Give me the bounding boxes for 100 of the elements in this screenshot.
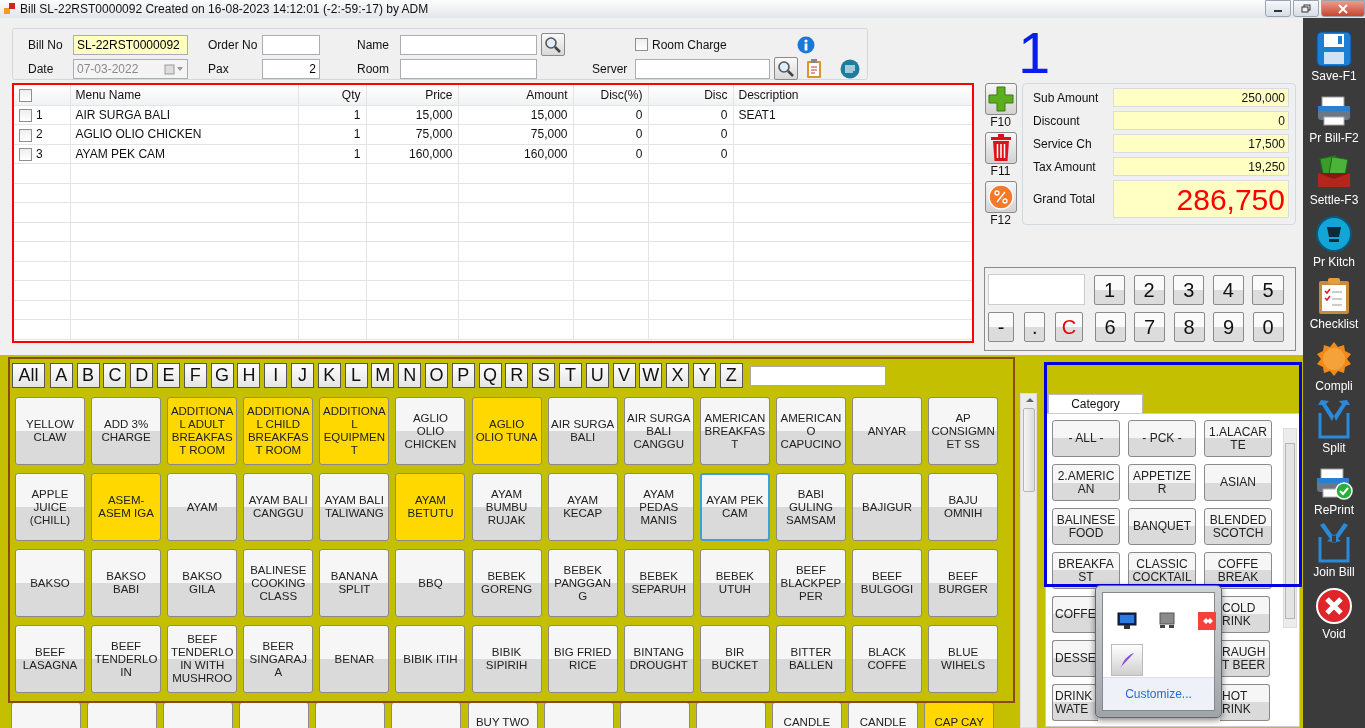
category-button[interactable]: 2.AMERICAN bbox=[1052, 464, 1120, 501]
toolbar-button[interactable]: Join Bill bbox=[1313, 521, 1355, 583]
name-field[interactable] bbox=[400, 34, 537, 55]
category-tab[interactable]: Category bbox=[1048, 394, 1143, 413]
menu-item-button[interactable]: BEER SINGARAJA bbox=[243, 625, 314, 693]
menu-item-button[interactable]: BIBIK SIPIRIH bbox=[471, 625, 542, 693]
toolbar-button[interactable] bbox=[984, 181, 1017, 213]
search-field[interactable] bbox=[749, 365, 886, 386]
keypad-key[interactable]: 1 bbox=[1094, 274, 1126, 305]
menu-item-button[interactable]: AYAM BETUTU bbox=[395, 473, 466, 541]
category-button[interactable]: - PCK - bbox=[1128, 420, 1196, 457]
menu-item-button[interactable]: BEBEK SEPARUH bbox=[623, 549, 694, 617]
menu-item-button[interactable]: BENAR bbox=[319, 625, 390, 693]
keypad-key[interactable]: 6 bbox=[1094, 312, 1126, 342]
letter-key[interactable]: S bbox=[532, 363, 556, 388]
clipboard-icon[interactable] bbox=[806, 58, 822, 79]
letter-key[interactable]: B bbox=[76, 363, 100, 388]
letter-key[interactable]: E bbox=[157, 363, 180, 388]
category-button[interactable]: DRINK WATE bbox=[1052, 684, 1098, 721]
toolbar-button[interactable]: Pr Kitch bbox=[1313, 211, 1355, 273]
toolbar-button[interactable]: Compli bbox=[1315, 335, 1353, 397]
scrollbar[interactable] bbox=[1020, 393, 1037, 728]
category-button[interactable]: ASIAN bbox=[1204, 464, 1272, 501]
server-field[interactable] bbox=[635, 58, 770, 79]
keypad-key[interactable]: 5 bbox=[1252, 274, 1284, 305]
letter-key[interactable]: Z bbox=[719, 363, 743, 388]
letter-key[interactable]: O bbox=[424, 363, 448, 388]
letter-key[interactable]: W bbox=[639, 363, 663, 388]
pax-field[interactable]: 2 bbox=[262, 58, 320, 79]
menu-item-button[interactable]: ANYAR bbox=[852, 397, 923, 465]
menu-item-button[interactable]: BAKSO BABI bbox=[91, 549, 162, 617]
toolbar-button[interactable]: Save-F1 bbox=[1311, 25, 1357, 87]
room-field[interactable] bbox=[400, 58, 537, 79]
menu-item-button[interactable]: BAKSO bbox=[15, 549, 85, 617]
menu-item-button[interactable]: ADDITIONAL EQUIPMENT bbox=[319, 397, 390, 465]
bill-no-field[interactable]: SL-22RST0000092 bbox=[73, 34, 188, 55]
checkbox[interactable] bbox=[19, 89, 32, 103]
letter-key[interactable]: X bbox=[666, 363, 690, 388]
category-button[interactable]: RAUGHT BEER bbox=[1220, 640, 1270, 677]
letter-key[interactable]: Y bbox=[692, 363, 716, 388]
menu-item-button[interactable]: CANDLE bbox=[771, 703, 842, 728]
letter-key[interactable]: K bbox=[317, 363, 341, 388]
menu-item-button[interactable]: AMERICAN BREAKFAST bbox=[699, 397, 770, 465]
menu-item-button[interactable]: BEEF LASAGNA bbox=[15, 625, 85, 693]
keypad-key[interactable]: 7 bbox=[1134, 312, 1166, 342]
toolbar-button[interactable] bbox=[984, 83, 1017, 115]
search-button[interactable] bbox=[774, 57, 798, 80]
checkbox[interactable] bbox=[19, 109, 32, 123]
letter-key[interactable]: All bbox=[12, 363, 45, 388]
letter-key[interactable]: I bbox=[264, 363, 288, 388]
menu-item-button[interactable]: ADDITIONAL ADULT BREAKFAST ROOM bbox=[167, 397, 238, 465]
menu-item-button[interactable]: BLUE WIHELS bbox=[928, 625, 999, 693]
menu-item-button[interactable]: BUY TWO bbox=[467, 703, 538, 728]
search-button[interactable] bbox=[541, 33, 565, 56]
menu-item-button[interactable]: YELLOW CLAW bbox=[15, 397, 85, 465]
menu-item-button[interactable]: AP CONSIGMNET SS bbox=[928, 397, 999, 465]
letter-key[interactable]: U bbox=[585, 363, 609, 388]
menu-item-button[interactable]: AYAM PEDAS MANIS bbox=[623, 473, 694, 541]
toolbar-button[interactable]: Split bbox=[1316, 397, 1352, 459]
menu-item-button[interactable]: BLACK COFFE bbox=[852, 625, 923, 693]
menu-item-button[interactable]: ASEM-ASEM IGA bbox=[91, 473, 162, 541]
menu-item-button[interactable]: AIR SURGA BALI bbox=[547, 397, 618, 465]
restore-button[interactable] bbox=[1293, 0, 1319, 17]
close-button[interactable] bbox=[1321, 0, 1365, 17]
letter-key[interactable]: T bbox=[558, 363, 582, 388]
menu-item-button[interactable]: BANANA SPLIT bbox=[319, 549, 390, 617]
menu-item-button[interactable]: AYAM bbox=[167, 473, 238, 541]
category-button[interactable]: - ALL - bbox=[1052, 420, 1120, 457]
menu-item-button[interactable]: BIR BUCKET bbox=[699, 625, 770, 693]
letter-key[interactable]: A bbox=[49, 363, 73, 388]
category-button[interactable]: COFFE bbox=[1052, 596, 1098, 633]
toolbar-button[interactable]: Pr Bill-F2 bbox=[1309, 87, 1359, 149]
menu-item-button[interactable]: BAKSO GILA bbox=[167, 549, 238, 617]
menu-item-button[interactable]: BAJIGUR bbox=[852, 473, 923, 541]
category-button[interactable]: BANQUET bbox=[1128, 508, 1196, 545]
toolbar-button[interactable]: Void bbox=[1315, 583, 1353, 645]
letter-key[interactable]: D bbox=[130, 363, 154, 388]
order-no-field[interactable] bbox=[262, 34, 320, 55]
menu-item-button[interactable]: AGLIO OLIO CHICKEN bbox=[395, 397, 466, 465]
toolbar-button[interactable]: Checklist bbox=[1309, 273, 1359, 335]
menu-item-button[interactable]: AIR SURGA BALI CANGGU bbox=[623, 397, 694, 465]
menu-item-button[interactable]: BITTER BALLEN bbox=[775, 625, 846, 693]
menu-item-button[interactable]: AGLIO OLIO TUNA bbox=[471, 397, 542, 465]
menu-item-button[interactable]: ADD 3% CHARGE bbox=[91, 397, 162, 465]
menu-item-button[interactable]: BINTANG DROUGHT bbox=[623, 625, 694, 693]
menu-item-button[interactable]: BAJU OMNIH bbox=[928, 473, 999, 541]
keypad-key[interactable]: 0 bbox=[1252, 312, 1284, 342]
category-button[interactable]: BLENDED SCOTCH bbox=[1204, 508, 1272, 545]
keypad-key[interactable]: 4 bbox=[1212, 274, 1244, 305]
menu-item-button[interactable]: AYAM PEK CAM bbox=[699, 473, 770, 541]
checkbox[interactable] bbox=[19, 148, 32, 162]
menu-item-button[interactable]: BALINESE COOKING CLASS bbox=[243, 549, 314, 617]
toolbar-button[interactable]: Settle-F3 bbox=[1309, 149, 1359, 211]
category-button[interactable]: 1.ALACARTE bbox=[1204, 420, 1272, 457]
menu-item-button[interactable]: BIG FRIED RICE bbox=[547, 625, 618, 693]
minimize-button[interactable] bbox=[1265, 0, 1291, 17]
keypad-key[interactable]: . bbox=[1024, 312, 1046, 342]
letter-key[interactable]: H bbox=[237, 363, 261, 388]
menu-item-button[interactable]: BABI GULING SAMSAM bbox=[775, 473, 846, 541]
menu-item-button[interactable]: AYAM BUMBU RUJAK bbox=[471, 473, 542, 541]
